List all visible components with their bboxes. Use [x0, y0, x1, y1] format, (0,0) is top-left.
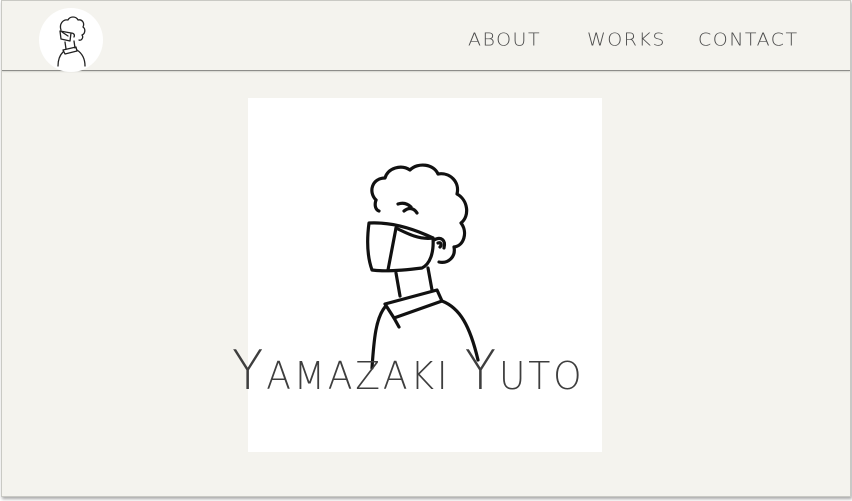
nav-contact-link[interactable]: CONTACT [698, 28, 799, 52]
hero-title-last-initial: Y [464, 339, 499, 402]
nav-about-link[interactable]: ABOUT [468, 28, 541, 52]
hero-title: YAMAZAKI YUTO [232, 331, 612, 416]
logo-avatar-icon[interactable] [39, 8, 103, 72]
hero-title-first-initial: Y [232, 339, 267, 402]
hero-title-first-rest: AMAZAKI [266, 354, 451, 398]
hero-title-last-rest: UTO [498, 354, 585, 398]
nav-works-link[interactable]: WORKS [587, 28, 666, 52]
avatar-face-mask-icon [57, 16, 86, 67]
page-frame: ABOUT WORKS CONTACT YAMAZAKI YUTO [1, 0, 851, 497]
site-header: ABOUT WORKS CONTACT [2, 1, 850, 72]
